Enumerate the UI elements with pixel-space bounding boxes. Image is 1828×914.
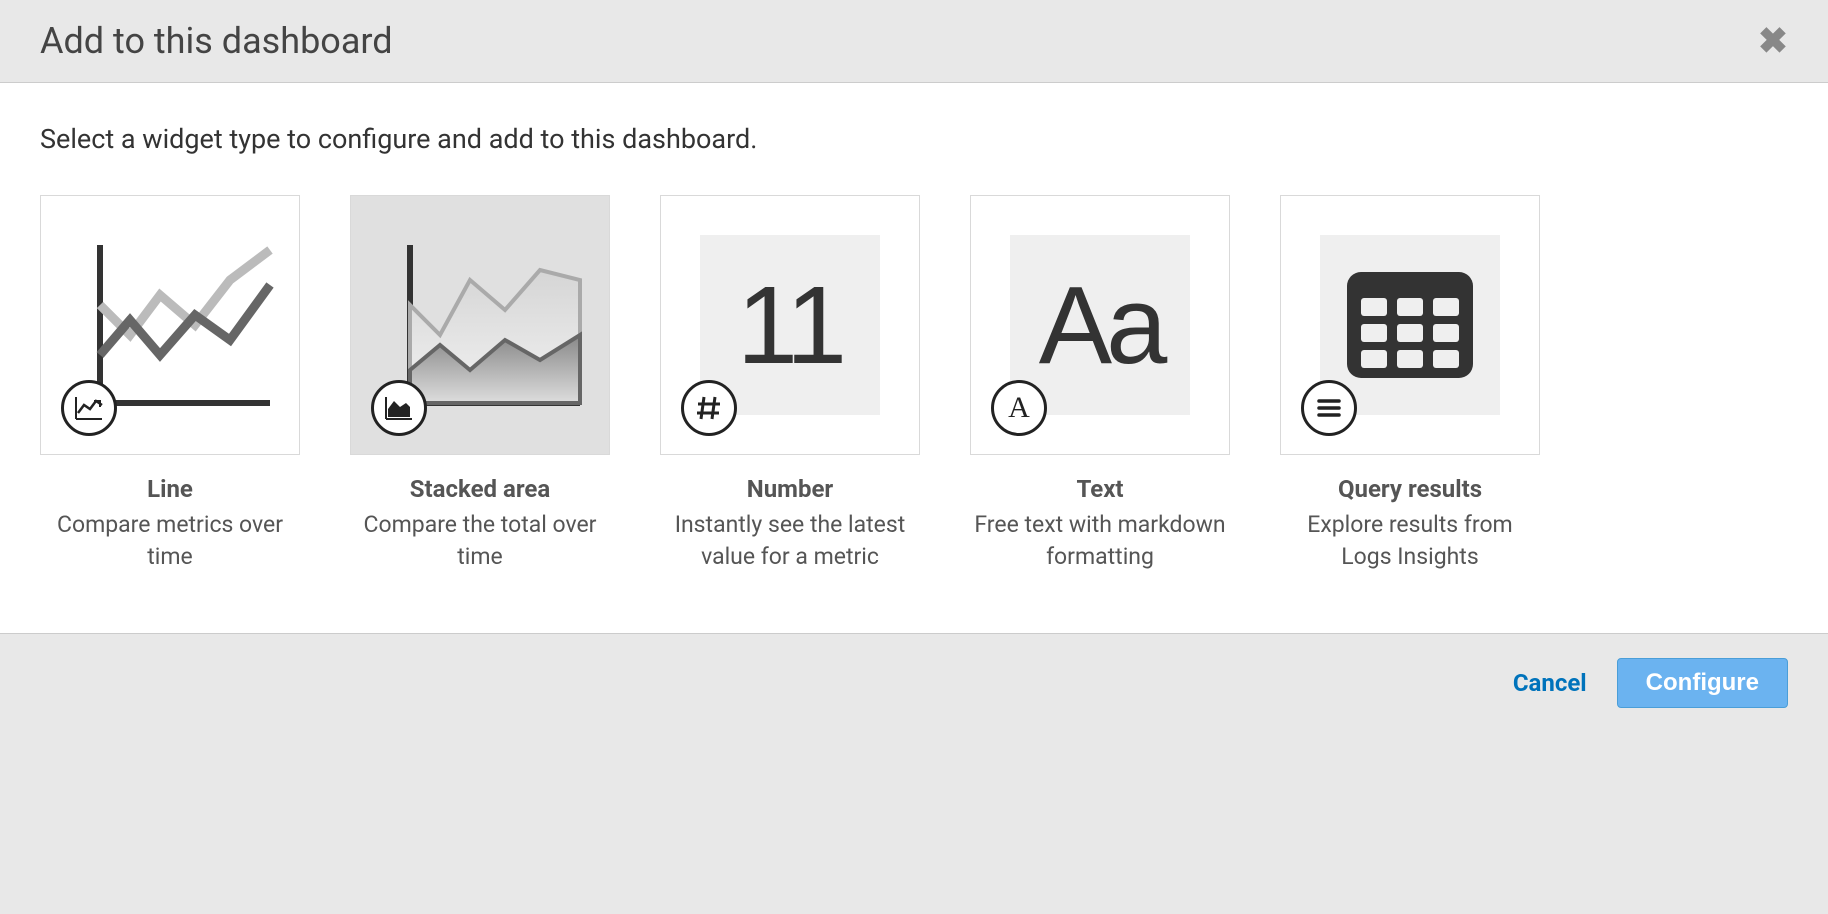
widget-preview-line <box>40 195 300 455</box>
widget-desc: Compare the total over time <box>350 509 610 573</box>
widget-preview-number: 11 <box>660 195 920 455</box>
widget-title: Line <box>40 475 300 503</box>
instruction-text: Select a widget type to configure and ad… <box>40 123 1788 155</box>
widget-option-stacked-area[interactable]: Stacked area Compare the total over time <box>350 195 610 573</box>
hash-badge-icon <box>681 380 737 436</box>
widget-option-text[interactable]: Aa A Text Free text with markdown format… <box>970 195 1230 573</box>
widget-desc: Free text with markdown formatting <box>970 509 1230 573</box>
widget-desc: Compare metrics over time <box>40 509 300 573</box>
list-badge-icon <box>1301 380 1357 436</box>
line-badge-icon <box>61 380 117 436</box>
widget-desc: Instantly see the latest value for a met… <box>660 509 920 573</box>
widget-title: Text <box>970 475 1230 503</box>
modal-title: Add to this dashboard <box>40 20 393 62</box>
modal-body: Select a widget type to configure and ad… <box>0 83 1828 633</box>
area-badge-icon <box>371 380 427 436</box>
widget-title: Stacked area <box>350 475 610 503</box>
cancel-button[interactable]: Cancel <box>1513 669 1587 697</box>
widget-title: Number <box>660 475 920 503</box>
text-sample: Aa <box>1039 262 1162 389</box>
widget-option-line[interactable]: Line Compare metrics over time <box>40 195 300 573</box>
widget-preview-text: Aa A <box>970 195 1230 455</box>
widget-desc: Explore results from Logs Insights <box>1280 509 1540 573</box>
widget-title: Query results <box>1280 475 1540 503</box>
configure-button[interactable]: Configure <box>1617 658 1788 708</box>
number-sample: 11 <box>737 262 843 389</box>
close-icon[interactable]: ✖ <box>1758 23 1788 59</box>
modal-header: Add to this dashboard ✖ <box>0 0 1828 83</box>
widget-option-query-results[interactable]: Query results Explore results from Logs … <box>1280 195 1540 573</box>
table-grid-icon <box>1345 270 1475 380</box>
widget-preview-stacked-area <box>350 195 610 455</box>
modal-footer: Cancel Configure <box>0 633 1828 732</box>
letter-badge-icon: A <box>991 380 1047 436</box>
widget-option-number[interactable]: 11 Number Instantly see the latest value… <box>660 195 920 573</box>
widget-list: Line Compare metrics over time <box>40 195 1788 573</box>
widget-preview-query <box>1280 195 1540 455</box>
